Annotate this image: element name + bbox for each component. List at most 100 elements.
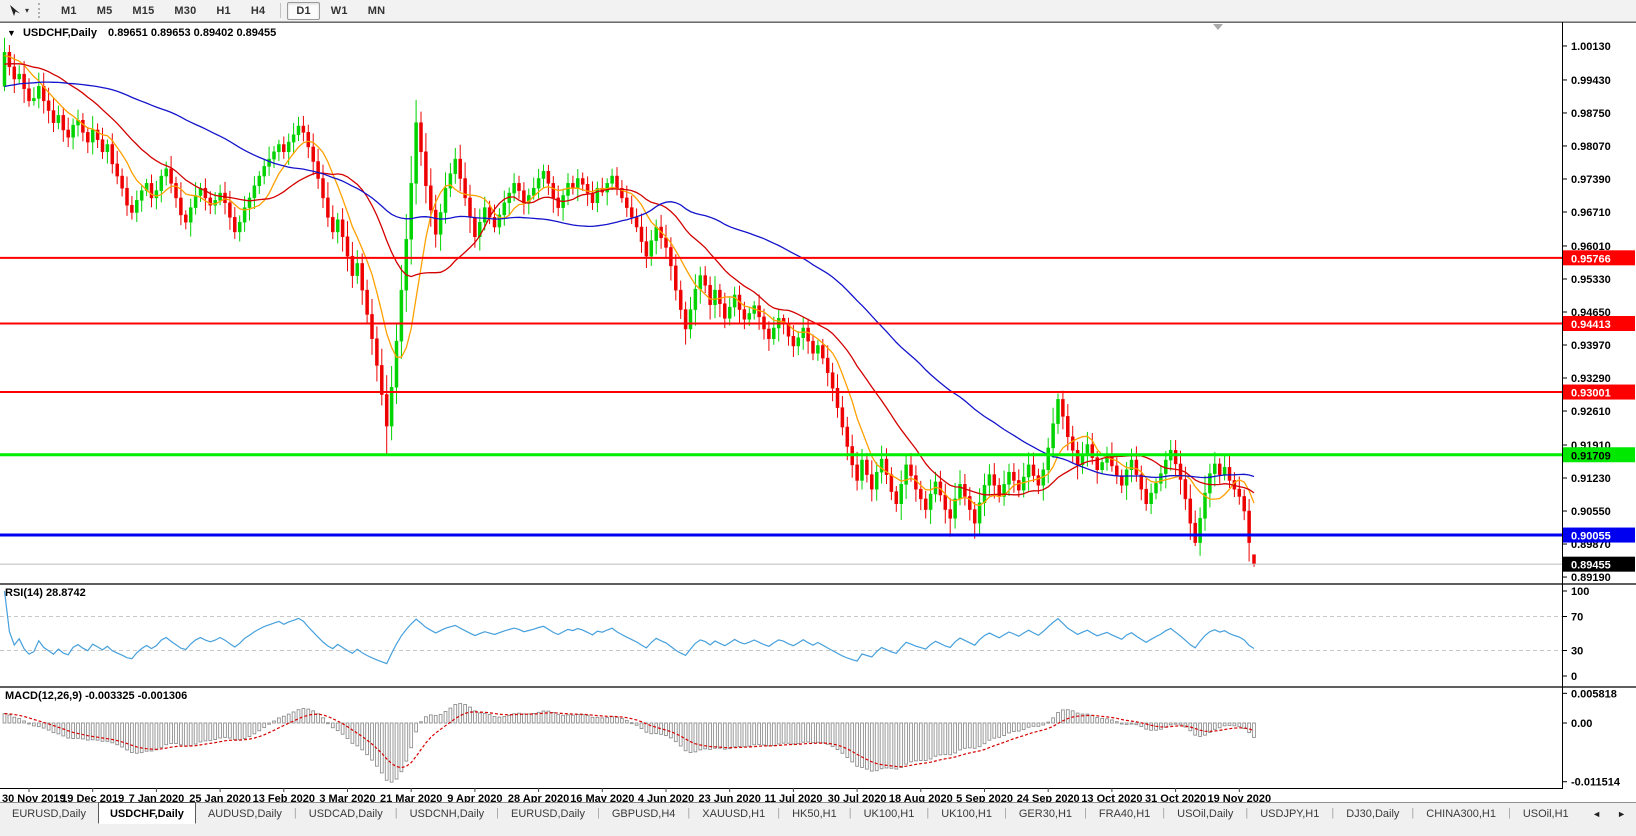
candle-body (375, 339, 378, 366)
rsi-axis-label: 30 (1571, 646, 1583, 658)
candle-body (630, 208, 633, 218)
timeframe-button-d1[interactable]: D1 (287, 2, 319, 20)
symbol-tab-bar: EURUSD,DailyUSDCHF,DailyAUDUSD,Daily|USD… (0, 802, 1636, 836)
chart-tab-usdjpy-h1[interactable]: USDJPY,H1 (1248, 803, 1331, 824)
chart-tool-button[interactable]: ▾ (3, 3, 34, 19)
timeframe-button-h1[interactable]: H1 (207, 2, 239, 20)
candle-body (821, 345, 824, 358)
candle-body (331, 217, 334, 232)
candle-body (371, 314, 374, 338)
macd-pane-separator[interactable] (0, 686, 1636, 688)
chart-tab-uk100-h1[interactable]: UK100,H1 (852, 803, 927, 824)
candle-body (312, 147, 315, 162)
chart-tab-usdcad-daily[interactable]: USDCAD,Daily (297, 803, 395, 824)
candle-body (140, 191, 143, 201)
rsi-pane-separator[interactable] (0, 583, 1636, 585)
candle-body (287, 142, 290, 152)
candle-body (728, 307, 731, 318)
price-axis-label: 0.90550 (1571, 506, 1611, 518)
tab-scroll-left-button[interactable]: ◄ (1592, 809, 1601, 819)
tab-scroll-right-button[interactable]: ► (1617, 809, 1626, 819)
chart-area[interactable]: 0.0058180.00-0.011514100703001.001300.99… (0, 0, 1636, 802)
candle-body (238, 222, 241, 232)
candle-body (116, 164, 119, 176)
chart-tab-gbpusd-h4[interactable]: GBPUSD,H4 (600, 803, 688, 824)
candle-body (130, 205, 133, 212)
candle-body (1120, 476, 1123, 486)
candle-body (993, 475, 996, 486)
timeframe-button-m5[interactable]: M5 (88, 2, 122, 20)
candle-body (841, 408, 844, 427)
chart-tab-china300-h1[interactable]: CHINA300,H1 (1414, 803, 1508, 824)
candle-body (1194, 523, 1197, 542)
candle-body (1047, 448, 1050, 470)
chart-tab-hk50-h1[interactable]: HK50,H1 (780, 803, 849, 824)
candle-body (1061, 399, 1064, 416)
candle-body (380, 365, 383, 394)
candle-body (988, 475, 991, 486)
timeframe-button-m30[interactable]: M30 (165, 2, 205, 20)
candle-body (8, 52, 11, 67)
chart-tab-fra40-h1[interactable]: FRA40,H1 (1087, 803, 1162, 824)
chart-tab-eurusd-daily[interactable]: EURUSD,Daily (0, 803, 98, 824)
candle-body (1179, 464, 1182, 480)
candle-body (856, 465, 859, 481)
rsi-indicator-label: RSI(14) 28.8742 (5, 587, 86, 599)
candle-body (900, 484, 903, 503)
chart-tab-uk100-h1[interactable]: UK100,H1 (929, 803, 1004, 824)
timeframe-button-m15[interactable]: M15 (123, 2, 163, 20)
candle-body (28, 89, 31, 101)
chart-tab-usdchf-daily[interactable]: USDCHF,Daily (98, 802, 196, 824)
candle-body (875, 472, 878, 489)
toolbar-grip[interactable] (38, 3, 44, 18)
candle-body (616, 176, 619, 188)
chart-title-ohlc: 0.89651 0.89653 0.89402 0.89455 (108, 27, 276, 39)
candle-body (1184, 479, 1187, 498)
macd-axis-label: 0.005818 (1571, 688, 1617, 700)
candle-body (346, 237, 349, 256)
price-axis-label: 0.98750 (1571, 108, 1611, 120)
candle-body (126, 188, 129, 205)
candle-body (1218, 464, 1221, 475)
chart-tab-xauusd-h1[interactable]: XAUUSD,H1 (690, 803, 777, 824)
date-axis-label: 13 Feb 2020 (253, 793, 315, 802)
candle-body (748, 313, 751, 319)
price-axis-label: 0.95330 (1571, 274, 1611, 286)
candle-body (189, 208, 192, 223)
candle-body (410, 183, 413, 239)
timeframe-button-w1[interactable]: W1 (322, 2, 357, 20)
timeframe-button-h4[interactable]: H4 (242, 2, 274, 20)
candle-body (297, 126, 300, 135)
candle-body (170, 169, 173, 184)
price-axis-label: 0.98070 (1571, 141, 1611, 153)
candle-body (72, 125, 75, 137)
candle-body (576, 178, 579, 188)
chart-tab-audusd-daily[interactable]: AUDUSD,Daily (196, 803, 294, 824)
chart-title-caret-icon[interactable]: ▼ (7, 28, 16, 38)
timeframe-button-m1[interactable]: M1 (52, 2, 86, 20)
timeframe-button-mn[interactable]: MN (359, 2, 395, 20)
toolbar-dropdown-caret-icon[interactable]: ▾ (25, 6, 29, 15)
candle-body (121, 176, 124, 188)
chart-tab-usdcnh-daily[interactable]: USDCNH,Daily (398, 803, 497, 824)
candle-body (1012, 472, 1015, 480)
date-axis-label: 28 Apr 2020 (508, 793, 569, 802)
candle-body (1213, 464, 1216, 474)
candle-body (831, 373, 834, 389)
candle-body (547, 171, 550, 183)
candle-body (723, 304, 726, 319)
price-axis-label: 0.96710 (1571, 207, 1611, 219)
candle-body (23, 74, 26, 89)
candle-body (1037, 476, 1040, 486)
cursor-tool-icon (8, 4, 22, 18)
candle-body (62, 115, 65, 130)
candle-body (3, 52, 6, 86)
chart-tab-usoil-daily[interactable]: USOil,Daily (1165, 803, 1245, 824)
candle-body (503, 203, 506, 215)
candle-body (307, 132, 310, 147)
chart-tab-dj30-daily[interactable]: DJ30,Daily (1334, 803, 1411, 824)
chart-tab-usoil-h1[interactable]: USOil,H1 (1511, 803, 1581, 824)
candle-body (317, 162, 320, 179)
chart-tab-eurusd-daily[interactable]: EURUSD,Daily (499, 803, 597, 824)
chart-tab-ger30-h1[interactable]: GER30,H1 (1007, 803, 1084, 824)
